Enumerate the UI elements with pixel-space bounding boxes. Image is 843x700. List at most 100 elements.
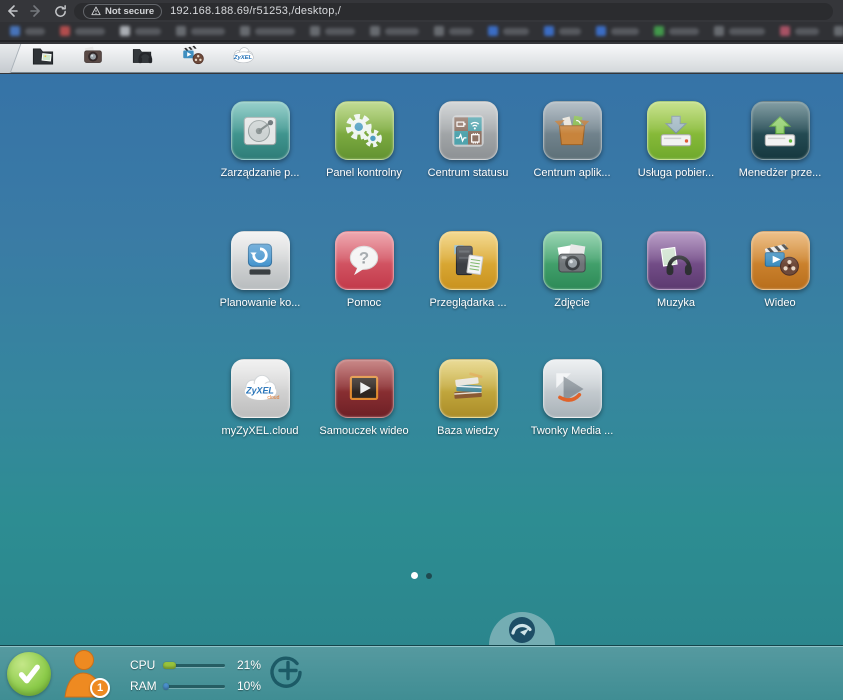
taskbar-myzyxel-cloud-button[interactable]: ZyXEL — [226, 45, 260, 71]
app-help[interactable]: ? Pomoc — [312, 231, 416, 309]
app-file-browser[interactable]: Przeglądarka ... — [416, 231, 520, 309]
bookmark-favicon — [714, 26, 724, 36]
app-status-center[interactable]: Centrum statusu — [416, 101, 520, 179]
page-dot-2[interactable] — [426, 572, 432, 579]
bookmark-item[interactable] — [434, 26, 473, 36]
app-video-tutorial[interactable]: Samouczek wideo — [312, 359, 416, 437]
bookmark-item[interactable] — [780, 26, 819, 36]
bookmark-item[interactable] — [370, 26, 419, 36]
app-myzyxel-cloud[interactable]: ZyXEL cloud myZyXEL.cloud — [208, 359, 312, 437]
bookmark-favicon — [370, 26, 380, 36]
app-control-panel[interactable]: Panel kontrolny — [312, 101, 416, 179]
bookmark-blurred-text — [559, 27, 581, 35]
app-download-service[interactable]: Usługa pobier... — [624, 101, 728, 179]
control-panel-icon[interactable] — [334, 101, 394, 160]
reload-icon[interactable] — [48, 0, 72, 22]
bookmark-item[interactable] — [834, 26, 843, 36]
myzyxel-cloud-icon[interactable]: ZyXEL cloud — [230, 359, 290, 418]
zyxel-logo-icon — [509, 617, 535, 643]
not-secure-label: Not secure — [105, 5, 155, 17]
forward-icon[interactable] — [24, 0, 48, 22]
app-video[interactable]: Wideo — [728, 231, 832, 309]
ram-track — [163, 682, 225, 690]
app-music[interactable]: Muzyka — [624, 231, 728, 309]
backup-planner-icon[interactable] — [230, 231, 290, 290]
video-icon[interactable] — [750, 231, 810, 290]
app-photo[interactable]: Zdjęcie — [520, 231, 624, 309]
taskbar-music-button[interactable] — [126, 45, 160, 71]
photo-icon[interactable] — [542, 231, 602, 290]
notification-badge[interactable]: 1 — [90, 678, 110, 698]
app-backup-planner[interactable]: Planowanie ko... — [208, 231, 312, 309]
twonky-media-icon[interactable] — [542, 359, 602, 418]
bookmark-item[interactable] — [60, 26, 105, 36]
help-icon[interactable]: ? — [334, 231, 394, 290]
app-storage-manager[interactable]: Zarządzanie p... — [208, 101, 312, 179]
app-label: Muzyka — [657, 297, 695, 309]
download-service-icon[interactable] — [646, 101, 706, 160]
bookmark-favicon — [176, 26, 186, 36]
app-center-icon[interactable] — [542, 101, 602, 160]
app-label: Pomoc — [346, 297, 382, 309]
app-label: Centrum aplik... — [533, 167, 611, 179]
taskbar-video-button[interactable] — [176, 45, 210, 71]
music-icon[interactable] — [646, 231, 706, 290]
knowledge-base-icon[interactable] — [438, 359, 498, 418]
app-twonky-media[interactable]: Twonky Media ... — [520, 359, 624, 437]
system-healthy-button[interactable] — [7, 652, 51, 696]
bookmark-favicon — [310, 26, 320, 36]
app-transfer-manager[interactable]: Menedżer prze... — [728, 101, 832, 179]
ram-fill — [163, 682, 170, 690]
app-label: Wideo — [764, 297, 796, 309]
file-browser-icon[interactable] — [438, 231, 498, 290]
bookmark-favicon — [834, 26, 843, 36]
bookmark-blurred-text — [325, 27, 355, 35]
bookmark-item[interactable] — [488, 26, 529, 36]
cpu-fill — [163, 661, 177, 669]
page-dot-1[interactable] — [411, 572, 418, 579]
svg-text:?: ? — [359, 248, 369, 267]
bookmark-blurred-text — [25, 27, 45, 35]
video-tutorial-icon[interactable] — [334, 359, 394, 418]
storage-manager-icon[interactable] — [230, 101, 290, 160]
plus-circle-icon — [270, 656, 302, 688]
svg-text:ZyXEL: ZyXEL — [233, 54, 253, 60]
status-center-icon[interactable] — [438, 101, 498, 160]
bookmark-favicon — [780, 26, 790, 36]
video-icon — [180, 43, 206, 74]
add-shortcut-button[interactable] — [266, 653, 306, 693]
transfer-manager-icon[interactable] — [750, 101, 810, 160]
address-bar[interactable]: Not secure 192.168.188.69/r51253,/deskto… — [74, 2, 833, 20]
app-app-center[interactable]: Centrum aplik... — [520, 101, 624, 179]
cpu-meter: CPU 21% — [130, 658, 261, 672]
ram-label: RAM — [130, 679, 157, 693]
bookmark-item[interactable] — [596, 26, 639, 36]
app-label: Zdjęcie — [554, 297, 590, 309]
bookmark-favicon — [10, 26, 20, 36]
bookmark-favicon — [654, 26, 664, 36]
bookmark-item[interactable] — [176, 26, 225, 36]
nas-taskbar: ZyXEL — [0, 44, 843, 73]
photo-icon — [80, 43, 106, 74]
checkmark-icon — [18, 664, 40, 684]
bookmark-item[interactable] — [654, 26, 699, 36]
url-text[interactable]: 192.168.188.69/r51253,/desktop,/ — [170, 5, 341, 17]
app-knowledge-base[interactable]: Baza wiedzy — [416, 359, 520, 437]
app-label: Twonky Media ... — [530, 425, 614, 437]
bookmark-item[interactable] — [310, 26, 355, 36]
app-label: Menedżer prze... — [738, 167, 822, 179]
taskbar-file-browser-button[interactable] — [26, 45, 60, 71]
user-button[interactable]: 1 — [58, 647, 112, 700]
bookmark-item[interactable] — [544, 26, 581, 36]
bookmark-item[interactable] — [120, 26, 161, 36]
bookmark-item[interactable] — [714, 26, 765, 36]
bookmark-item[interactable] — [10, 26, 45, 36]
app-label: Zarządzanie p... — [220, 167, 300, 179]
taskbar-photo-button[interactable] — [76, 45, 110, 71]
bookmark-blurred-text — [191, 27, 225, 35]
back-icon[interactable] — [0, 0, 24, 22]
bookmark-blurred-text — [75, 27, 105, 35]
not-secure-chip[interactable]: Not secure — [83, 3, 163, 19]
cpu-value: 21% — [237, 658, 262, 672]
bookmark-item[interactable] — [240, 26, 295, 36]
